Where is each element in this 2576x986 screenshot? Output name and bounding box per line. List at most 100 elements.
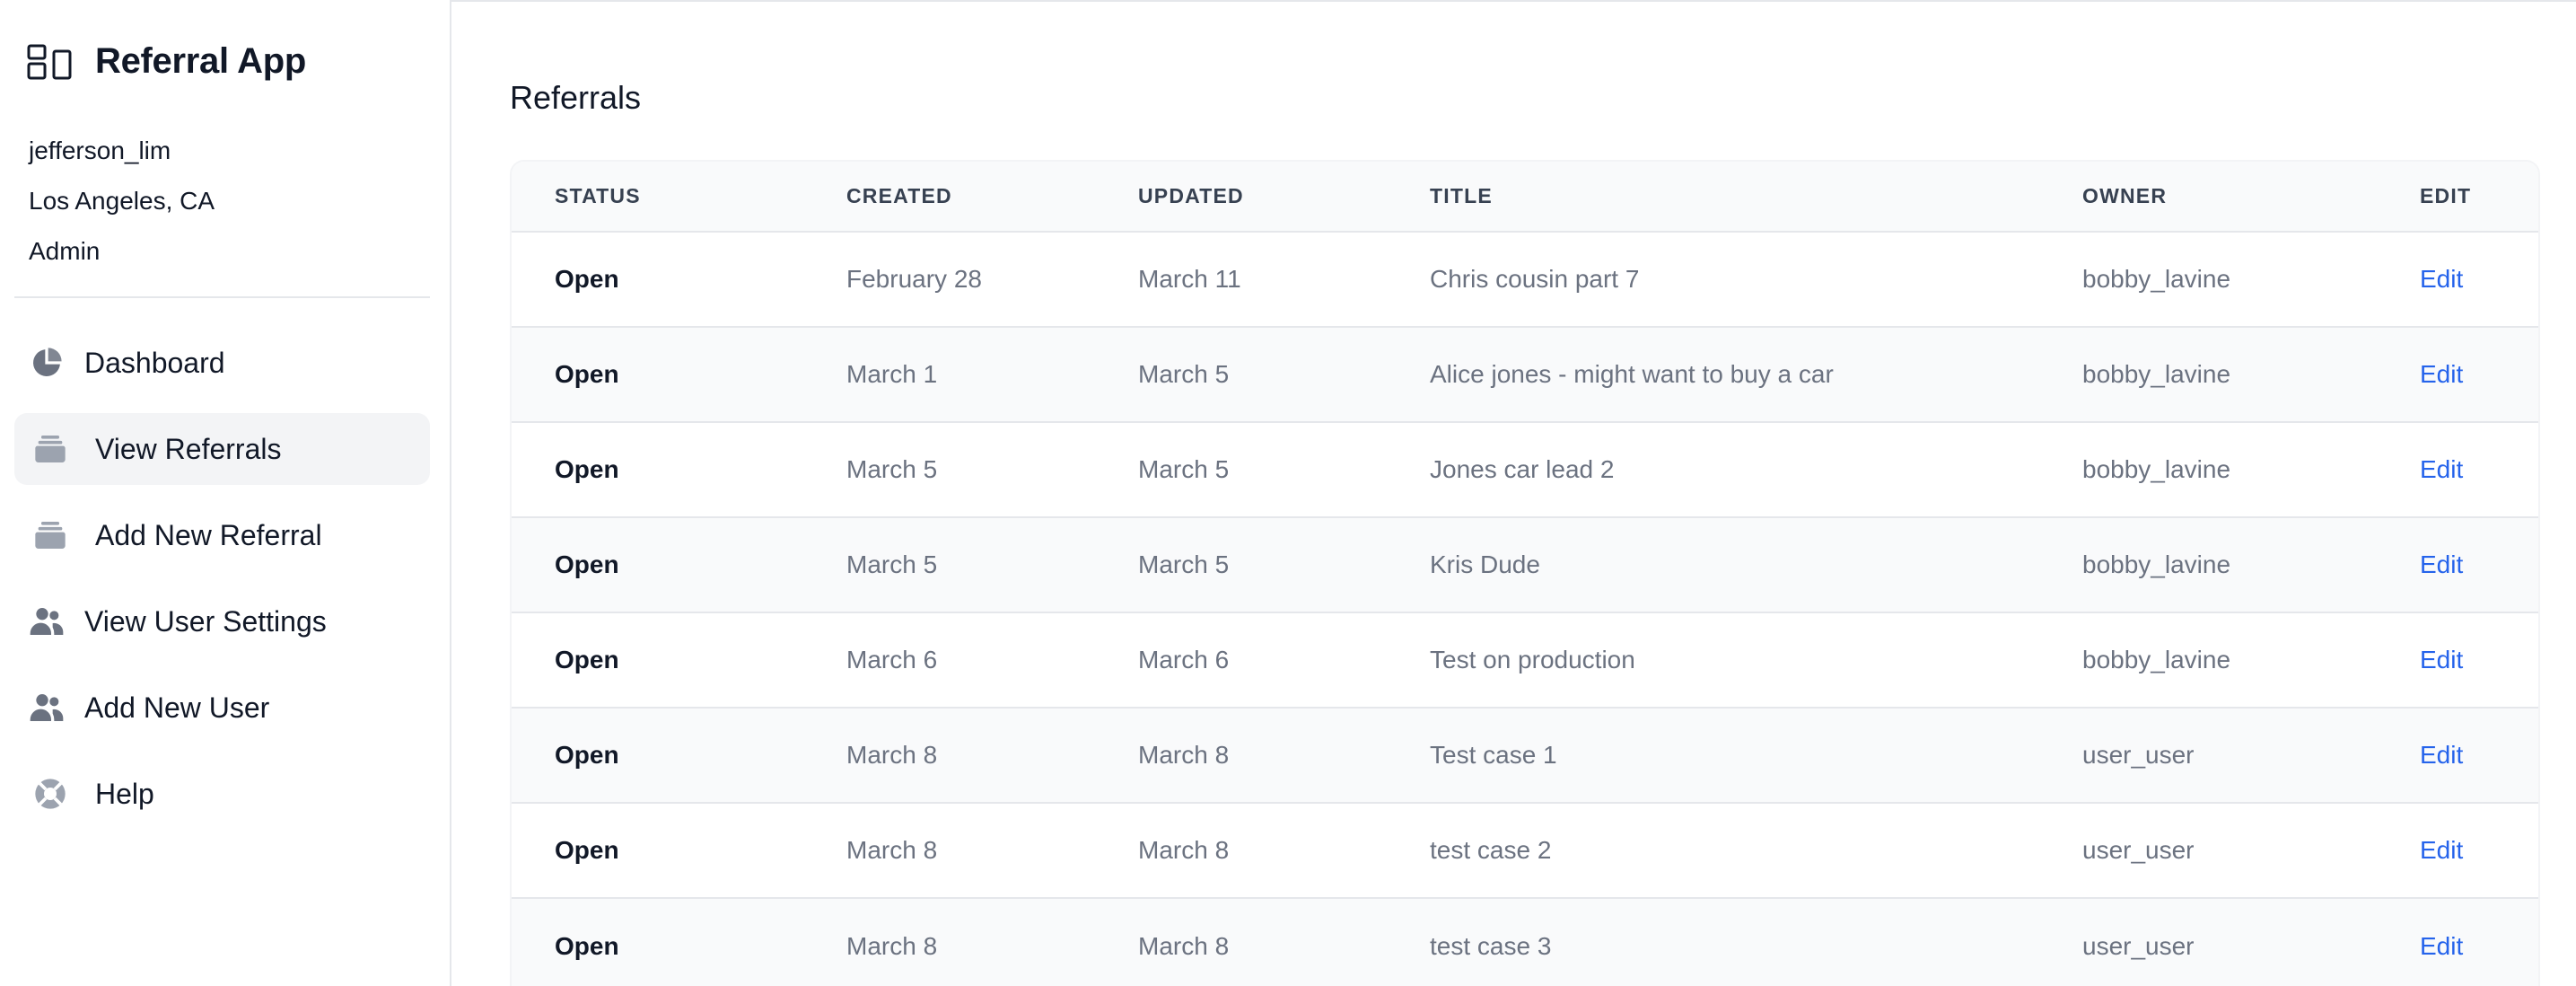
sidebar-item-add-new-referral[interactable]: Add New Referral xyxy=(14,499,430,571)
edit-link[interactable]: Edit xyxy=(2420,265,2463,293)
cell-edit: Edit xyxy=(2377,708,2538,803)
brand[interactable]: Referral App xyxy=(27,41,306,82)
sidebar-divider xyxy=(14,296,430,298)
cell-created: March 5 xyxy=(846,550,938,578)
cell-edit: Edit xyxy=(2377,517,2538,612)
sidebar-item-dashboard[interactable]: Dashboard xyxy=(14,327,430,399)
sidebar-item-label: Help xyxy=(95,777,154,810)
table-row: Open March 5 March 5 Jones car lead 2 bo… xyxy=(512,422,2538,517)
cell-title: Test on production xyxy=(1430,646,1635,673)
cell-updated: March 8 xyxy=(1138,931,1230,960)
sidebar-item-label: Add New Referral xyxy=(95,518,322,551)
sidebar: Referral App jefferson_lim Los Angeles, … xyxy=(0,0,451,986)
cell-created: March 1 xyxy=(846,360,938,388)
table-header-row: Status Created Updated Title Owner Edit xyxy=(512,162,2538,232)
sidebar-item-label: Dashboard xyxy=(84,346,225,379)
column-header-status: Status xyxy=(555,184,641,207)
users-icon xyxy=(27,602,66,641)
cell-updated: March 8 xyxy=(1138,741,1230,769)
layout-icon xyxy=(27,44,72,79)
users-icon xyxy=(27,688,66,727)
cell-owner: bobby_lavine xyxy=(2082,265,2231,293)
cell-owner: user_user xyxy=(2082,931,2195,960)
cell-edit: Edit xyxy=(2377,422,2538,517)
column-header-title: Title xyxy=(1430,184,1493,207)
table-row: Open March 8 March 8 Test case 1 user_us… xyxy=(512,708,2538,803)
edit-link[interactable]: Edit xyxy=(2420,932,2463,960)
cell-status: Open xyxy=(555,360,619,388)
table-header: Status Created Updated Title Owner Edit xyxy=(512,162,2538,232)
cell-owner: bobby_lavine xyxy=(2082,646,2231,673)
inbox-stack-icon xyxy=(31,515,70,555)
cell-created: March 6 xyxy=(846,646,938,673)
cell-updated: March 5 xyxy=(1138,455,1230,483)
cell-title: Kris Dude xyxy=(1430,550,1540,578)
sidebar-item-label: View User Settings xyxy=(84,604,327,638)
table-row: Open March 6 March 6 Test on production … xyxy=(512,612,2538,708)
cell-owner: bobby_lavine xyxy=(2082,550,2231,578)
cell-created: February 28 xyxy=(846,265,982,293)
table-row: Open March 8 March 8 test case 3 user_us… xyxy=(512,898,2538,986)
cell-title: Jones car lead 2 xyxy=(1430,455,1615,483)
app-title: Referral App xyxy=(95,41,306,81)
table-row: Open February 28 March 11 Chris cousin p… xyxy=(512,232,2538,327)
referrals-table-container: Status Created Updated Title Owner Edit … xyxy=(510,160,2540,986)
edit-link[interactable]: Edit xyxy=(2420,741,2463,769)
cell-edit: Edit xyxy=(2377,612,2538,708)
sidebar-item-add-new-user[interactable]: Add New User xyxy=(14,672,430,744)
lifebuoy-icon xyxy=(31,774,70,814)
cell-created: March 8 xyxy=(846,741,938,769)
edit-link[interactable]: Edit xyxy=(2420,646,2463,673)
cell-title: Test case 1 xyxy=(1430,741,1557,769)
cell-status: Open xyxy=(555,931,619,960)
sidebar-item-help[interactable]: Help xyxy=(14,758,430,830)
user-role: Admin xyxy=(29,237,101,265)
cell-status: Open xyxy=(555,455,619,483)
edit-link[interactable]: Edit xyxy=(2420,836,2463,864)
cell-updated: March 11 xyxy=(1138,265,1241,293)
cell-updated: March 8 xyxy=(1138,836,1230,864)
inbox-stack-icon xyxy=(31,429,70,469)
cell-updated: March 5 xyxy=(1138,550,1230,578)
sidebar-item-view-referrals[interactable]: View Referrals xyxy=(14,413,430,485)
cell-status: Open xyxy=(555,550,619,578)
user-location: Los Angeles, CA xyxy=(29,187,215,215)
page-title: Referrals xyxy=(510,79,642,116)
table-body: Open February 28 March 11 Chris cousin p… xyxy=(512,232,2538,986)
cell-created: March 8 xyxy=(846,931,938,960)
table-row: Open March 1 March 5 Alice jones - might… xyxy=(512,327,2538,422)
user-info: jefferson_lim Los Angeles, CA Admin xyxy=(29,126,215,277)
referrals-table: Status Created Updated Title Owner Edit … xyxy=(512,162,2538,986)
cell-edit: Edit xyxy=(2377,898,2538,986)
edit-link[interactable]: Edit xyxy=(2420,360,2463,388)
edit-link[interactable]: Edit xyxy=(2420,455,2463,483)
sidebar-item-view-user-settings[interactable]: View User Settings xyxy=(14,585,430,657)
cell-edit: Edit xyxy=(2377,327,2538,422)
cell-edit: Edit xyxy=(2377,232,2538,327)
sidebar-item-label: View Referrals xyxy=(95,432,282,465)
sidebar-nav: Dashboard View Referrals Add New Referra… xyxy=(14,327,430,844)
cell-status: Open xyxy=(555,265,619,293)
edit-link[interactable]: Edit xyxy=(2420,550,2463,578)
cell-status: Open xyxy=(555,836,619,864)
column-header-created: Created xyxy=(846,184,952,207)
cell-created: March 5 xyxy=(846,455,938,483)
cell-status: Open xyxy=(555,741,619,769)
cell-edit: Edit xyxy=(2377,803,2538,898)
cell-created: March 8 xyxy=(846,836,938,864)
column-header-edit: Edit xyxy=(2420,184,2472,207)
cell-title: test case 2 xyxy=(1430,836,1552,864)
table-row: Open March 8 March 8 test case 2 user_us… xyxy=(512,803,2538,898)
cell-owner: user_user xyxy=(2082,836,2195,864)
cell-updated: March 6 xyxy=(1138,646,1230,673)
table-row: Open March 5 March 5 Kris Dude bobby_lav… xyxy=(512,517,2538,612)
column-header-updated: Updated xyxy=(1138,184,1244,207)
cell-owner: bobby_lavine xyxy=(2082,360,2231,388)
username: jefferson_lim xyxy=(29,136,171,164)
pie-chart-icon xyxy=(27,343,66,383)
sidebar-item-label: Add New User xyxy=(84,691,270,724)
cell-updated: March 5 xyxy=(1138,360,1230,388)
cell-status: Open xyxy=(555,646,619,673)
app-root: Referral App jefferson_lim Los Angeles, … xyxy=(0,0,2576,986)
main-content: Referrals Status Created Updated Title O… xyxy=(453,0,2576,986)
